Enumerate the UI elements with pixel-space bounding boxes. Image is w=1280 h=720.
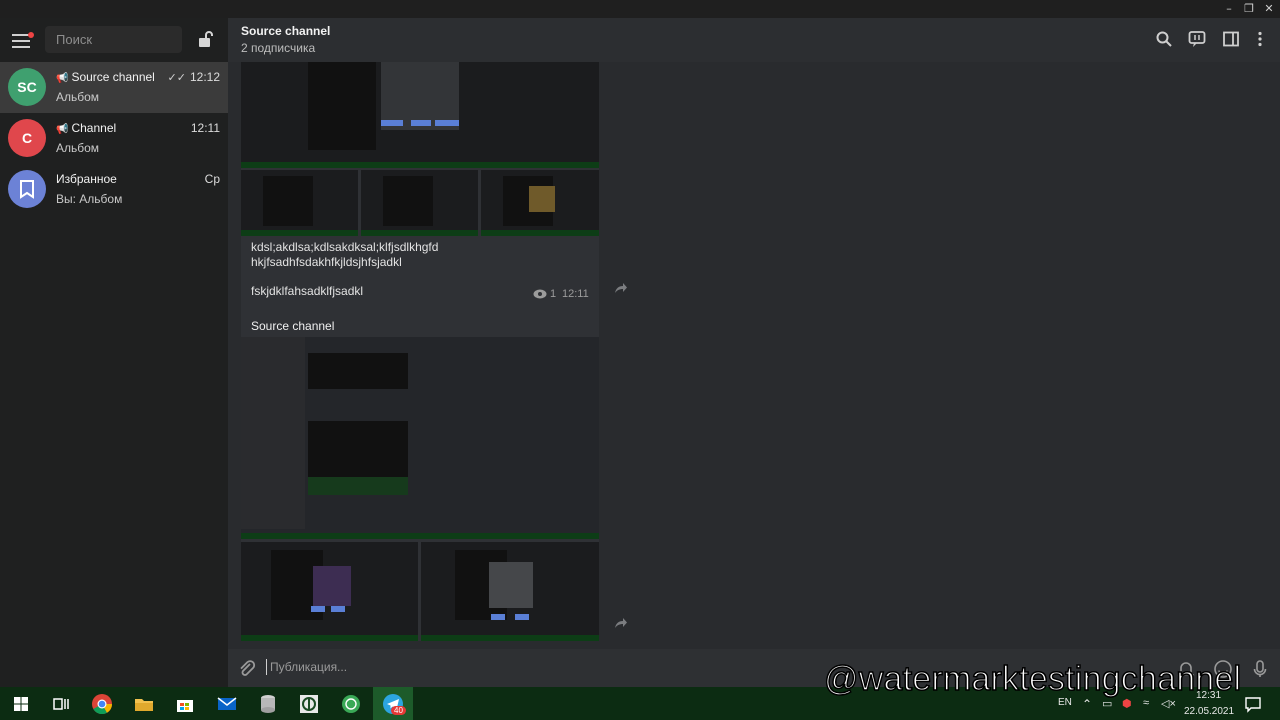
microphone-icon[interactable] <box>1250 659 1270 679</box>
sidebar-toggle-icon[interactable] <box>1222 30 1240 48</box>
window-titlebar: – ❐ ✕ <box>0 0 1280 18</box>
chat-time: Ср <box>204 172 220 186</box>
unlock-icon[interactable] <box>198 30 214 48</box>
chat-subtitle: Альбом <box>56 90 100 104</box>
notification-dot <box>28 32 34 38</box>
file-explorer-icon[interactable] <box>131 691 157 717</box>
message-text-line: kdsl;akdlsa;kdlsakdksal;klfjsdlkhgfd <box>251 240 439 254</box>
subscriber-count: 2 подписчика <box>241 41 316 55</box>
avatar <box>8 170 46 208</box>
unread-badge: 40 <box>391 706 406 715</box>
chat-item-source-channel[interactable]: SC 📢 Source channel ✓✓ 12:12 Альбом <box>0 62 228 113</box>
chat-name: Channel <box>71 121 117 135</box>
bookmark-icon <box>20 180 34 199</box>
globe-app-icon[interactable] <box>338 691 364 717</box>
notifications-icon[interactable] <box>1242 693 1264 715</box>
search-input[interactable]: Поиск <box>45 26 182 53</box>
views-count: 1 <box>550 288 557 300</box>
chevron-up-icon[interactable]: ⌃ <box>1082 697 1092 711</box>
live-stream-icon[interactable] <box>1188 30 1206 48</box>
chat-subtitle: Альбом <box>56 141 100 155</box>
store-icon[interactable] <box>172 691 198 717</box>
chat-item-saved-messages[interactable]: Избранное Ср Вы: Альбом <box>0 164 228 215</box>
message-time: 12:11 <box>562 288 589 300</box>
mail-icon[interactable] <box>214 691 240 717</box>
avatar: SC <box>8 68 46 106</box>
album-message: Source channel <box>241 315 599 641</box>
watermark-text: @watermarktestingchannel <box>823 659 1242 699</box>
app-icon[interactable] <box>296 691 322 717</box>
album-photo[interactable] <box>361 170 478 236</box>
restore-button[interactable]: ❐ <box>1238 0 1260 18</box>
album-photo[interactable] <box>421 542 599 641</box>
chat-time: 12:12 <box>189 70 220 84</box>
windows-start-icon[interactable] <box>8 691 34 717</box>
album-photo[interactable] <box>481 170 599 236</box>
sidebar-top: Поиск <box>0 18 228 62</box>
double-check-icon: ✓✓ <box>167 72 186 84</box>
more-options-icon[interactable] <box>1251 30 1269 48</box>
album-photo[interactable] <box>241 62 599 168</box>
message-list[interactable]: kdsl;akdlsa;kdlsakdksal;klfjsdlkhgfd hkj… <box>228 62 1280 649</box>
album-photo[interactable] <box>241 542 418 641</box>
post-author[interactable]: Source channel <box>251 319 334 333</box>
message-text-line: hkjfsadhfsdakhfkjldsjhfsjadkl <box>251 255 402 269</box>
chat-item-channel[interactable]: C 📢 Channel 12:11 Альбом <box>0 113 228 164</box>
clock-date[interactable]: 22.05.2021 <box>1184 706 1234 717</box>
search-icon[interactable] <box>1155 30 1173 48</box>
message-text-line: fskjdklfahsadklfjsadkl <box>251 284 364 298</box>
paperclip-icon[interactable] <box>238 659 256 679</box>
chat-name: Избранное <box>56 172 117 186</box>
megaphone-icon: 📢 <box>56 73 69 84</box>
album-photo[interactable] <box>241 170 358 236</box>
megaphone-icon: 📢 <box>56 124 69 135</box>
share-icon[interactable] <box>614 282 628 294</box>
album-photo[interactable] <box>241 337 599 539</box>
chrome-icon[interactable] <box>89 691 115 717</box>
avatar: C <box>8 119 46 157</box>
chat-header: Source channel 2 подписчика <box>228 18 1280 62</box>
sidebar: Поиск SC 📢 Source channel ✓✓ 12:12 Альбом … <box>0 18 228 687</box>
chat-view: Source channel 2 подписчика kdsl;akdlsa;… <box>228 18 1280 687</box>
views-eye-icon <box>533 289 547 299</box>
share-icon[interactable] <box>614 617 628 629</box>
minimize-button[interactable]: – <box>1218 0 1240 18</box>
chat-name: Source channel <box>71 70 155 84</box>
database-icon[interactable] <box>255 691 281 717</box>
chat-subtitle: Вы: Альбом <box>56 192 123 206</box>
album-message: kdsl;akdlsa;kdlsakdksal;klfjsdlkhgfd hkj… <box>241 62 599 315</box>
close-button[interactable]: ✕ <box>1258 0 1280 18</box>
message-input[interactable]: Публикация... <box>266 659 347 675</box>
task-view-icon[interactable] <box>47 691 73 717</box>
chat-title[interactable]: Source channel <box>241 24 330 38</box>
chat-time: 12:11 <box>190 121 220 135</box>
